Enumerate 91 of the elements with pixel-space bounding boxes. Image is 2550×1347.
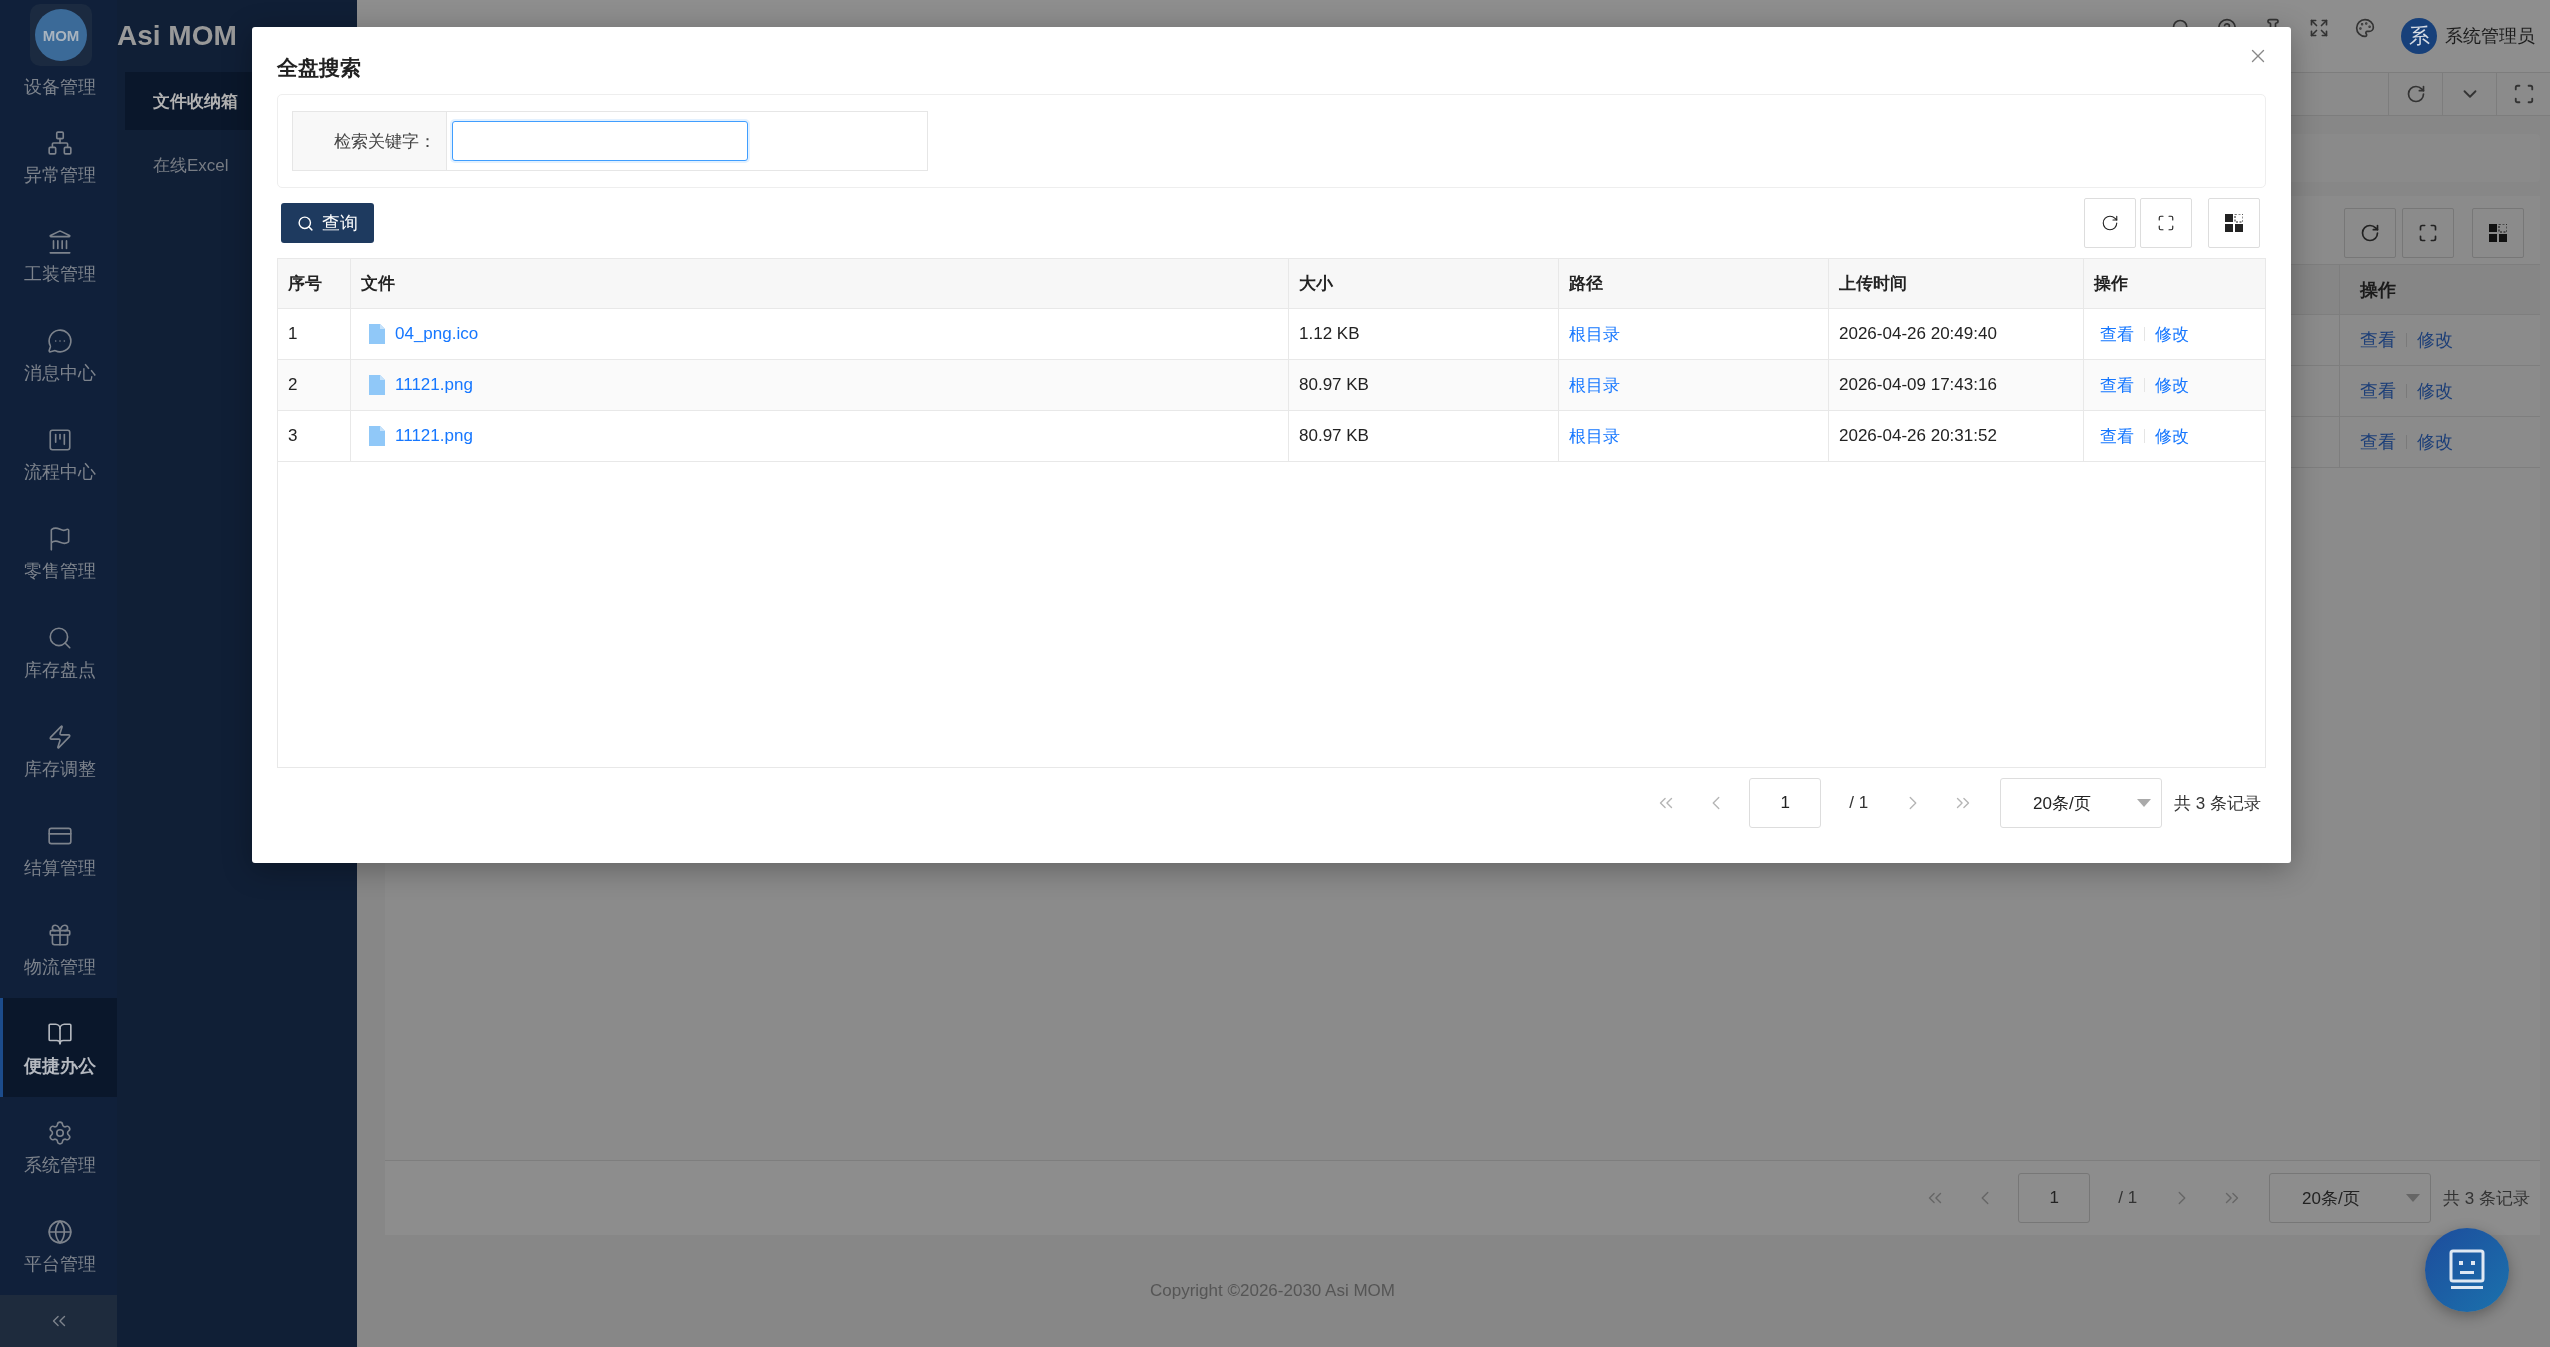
grid-icon: [2489, 224, 2507, 242]
row-number: 1: [288, 324, 298, 345]
page-input[interactable]: 1: [2018, 1173, 2091, 1223]
action-link[interactable]: 修改: [2155, 322, 2189, 346]
file-link[interactable]: 11121.png: [395, 375, 473, 396]
fullscreen-icon: [2157, 214, 2175, 233]
nav-item[interactable]: 便捷办公: [0, 998, 117, 1098]
refresh-icon: [2101, 214, 2119, 233]
path-link[interactable]: 根目录: [1569, 322, 1620, 346]
column-header: 路径: [1569, 273, 1603, 296]
page-input[interactable]: 1: [1749, 778, 1822, 829]
action-link[interactable]: 查看: [2360, 430, 2396, 454]
action-link[interactable]: 查看: [2360, 379, 2396, 403]
upload-time: 2026-04-26 20:31:52: [1839, 426, 1997, 447]
field-label: 检索关键字：: [293, 112, 447, 171]
action-link[interactable]: 查看: [2100, 322, 2134, 346]
search-icon: [297, 214, 314, 232]
column-header: 大小: [1299, 273, 1333, 296]
refresh-icon: [2405, 84, 2426, 104]
nav-icon: [47, 328, 73, 355]
nav-item[interactable]: 平台管理: [0, 1196, 117, 1296]
action-link[interactable]: 修改: [2155, 373, 2189, 397]
nav-item[interactable]: 设备管理: [0, 66, 117, 108]
chat-assistant-button[interactable]: [2425, 1228, 2509, 1312]
upload-time: 2026-04-26 20:49:40: [1839, 324, 1997, 345]
nav-icon: [47, 1218, 73, 1245]
action-link[interactable]: 修改: [2417, 328, 2453, 352]
file-icon: [369, 324, 385, 345]
action-link[interactable]: 修改: [2417, 430, 2453, 454]
nav-icon: [47, 1119, 73, 1146]
file-icon: [369, 426, 385, 447]
upload-time: 2026-04-09 17:43:16: [1839, 375, 1997, 396]
nav-icon: [47, 625, 73, 651]
refresh-button[interactable]: [2344, 208, 2396, 258]
nav-item[interactable]: 异常管理: [0, 107, 117, 207]
path-link[interactable]: 根目录: [1569, 373, 1620, 397]
palette-icon[interactable]: [2355, 18, 2375, 38]
page-size-select[interactable]: 20条/页: [2269, 1173, 2432, 1223]
nav-icon: [47, 1020, 73, 1047]
column-header: 序号: [288, 273, 322, 296]
page-count: / 1: [2118, 1188, 2138, 1208]
fullscreen-icon: [2512, 83, 2535, 105]
nav-item[interactable]: 系统管理: [0, 1097, 117, 1197]
nav-item[interactable]: 工装管理: [0, 206, 117, 306]
file-link[interactable]: 11121.png: [395, 426, 473, 447]
nav-item[interactable]: 零售管理: [0, 503, 117, 603]
user-name[interactable]: 系统管理员: [2445, 24, 2535, 48]
fullscreen-button[interactable]: [2402, 208, 2454, 258]
action-link[interactable]: 查看: [2360, 328, 2396, 352]
action-link[interactable]: 修改: [2417, 379, 2453, 403]
record-count: 共 3 条记录: [2174, 792, 2261, 815]
fullscreen-icon: [2418, 223, 2438, 243]
logo: MOM: [30, 4, 92, 66]
page-size-select[interactable]: 20条/页: [2000, 778, 2163, 829]
query-button[interactable]: 查询: [281, 203, 374, 244]
nav-icon: [47, 427, 73, 454]
row-number: 2: [288, 375, 298, 396]
nav-icon: [47, 921, 73, 948]
refresh-icon: [2360, 223, 2380, 243]
grid-icon: [2225, 214, 2243, 233]
collapse-button[interactable]: [0, 1295, 117, 1347]
nav-icon: [47, 723, 73, 750]
column-header: 操作: [2094, 273, 2128, 296]
app-name: Asi MOM: [117, 20, 237, 52]
nav-icon: [47, 130, 73, 157]
record-count: 共 3 条记录: [2443, 1187, 2530, 1210]
nav-item[interactable]: 物流管理: [0, 899, 117, 999]
column-header: 上传时间: [1839, 273, 1907, 296]
user-avatar[interactable]: 系: [2401, 18, 2437, 54]
page-count: / 1: [1849, 793, 1869, 814]
nav-item[interactable]: 库存盘点: [0, 602, 117, 702]
file-link[interactable]: 04_png.ico: [395, 324, 479, 345]
column-header: 操作: [2360, 278, 2396, 302]
row-number: 3: [288, 426, 298, 447]
robot-icon: [2447, 1249, 2487, 1291]
nav-item[interactable]: 流程中心: [0, 404, 117, 504]
action-link[interactable]: 查看: [2100, 373, 2134, 397]
nav-item[interactable]: 结算管理: [0, 800, 117, 900]
column-header: 文件: [361, 273, 395, 296]
nav-icon: [47, 229, 73, 256]
file-size: 80.97 KB: [1299, 426, 1369, 447]
path-link[interactable]: 根目录: [1569, 424, 1620, 448]
file-size: 80.97 KB: [1299, 375, 1369, 396]
file-icon: [369, 375, 385, 396]
action-link[interactable]: 修改: [2155, 424, 2189, 448]
nav-item[interactable]: 消息中心: [0, 305, 117, 405]
file-size: 1.12 KB: [1299, 324, 1360, 345]
action-link[interactable]: 查看: [2100, 424, 2134, 448]
nav-item[interactable]: 库存调整: [0, 701, 117, 801]
fullscreen-icon[interactable]: [2309, 18, 2329, 38]
keyword-input[interactable]: [452, 121, 748, 162]
